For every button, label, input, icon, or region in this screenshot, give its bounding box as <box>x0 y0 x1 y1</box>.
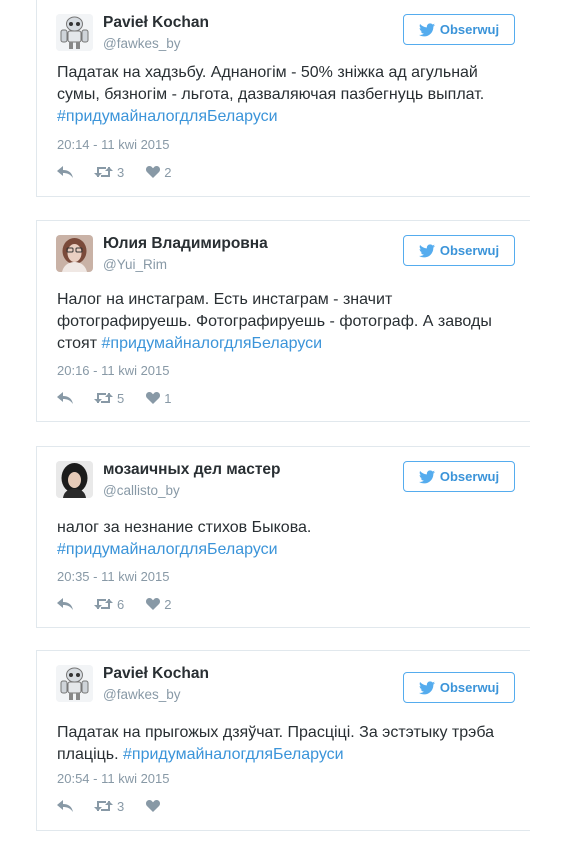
tweet-body: налог за незнание стихов Быкова. <box>57 519 312 536</box>
like-button[interactable] <box>146 800 164 812</box>
tweet-actions: 5 1 <box>57 389 171 407</box>
retweet-icon <box>94 599 113 609</box>
reply-icon <box>57 598 73 610</box>
tweet-date[interactable]: 20:35 - 11 kwi 2015 <box>57 569 170 584</box>
twitter-bird-icon <box>418 680 435 694</box>
hashtag-link[interactable]: #придумайналогдляБеларуси <box>57 108 278 125</box>
tweet-text: Налог на инстаграм. Есть инстаграм - зна… <box>57 289 523 355</box>
reply-button[interactable] <box>57 800 75 812</box>
retweet-icon <box>94 393 113 403</box>
retweet-count: 3 <box>117 798 125 814</box>
dark-hair-photo-avatar[interactable] <box>56 461 93 498</box>
tweet-date[interactable]: 20:14 - 11 kwi 2015 <box>57 137 170 152</box>
like-button[interactable]: 2 <box>146 165 171 180</box>
author-handle[interactable]: @fawkes_by <box>103 36 181 51</box>
hashtag-link[interactable]: #придумайналогдляБеларуси <box>57 541 278 558</box>
robot-avatar[interactable] <box>56 665 93 702</box>
tweet-card: Pavieł Kochan @fawkes_by Obserwuj Падата… <box>36 0 530 197</box>
tweet-body: Падатак на хадзьбу. Аднаногім - 50% зніж… <box>57 64 485 103</box>
tweet-text: налог за незнание стихов Быкова. #придум… <box>57 517 523 561</box>
woman-photo-avatar[interactable] <box>56 235 93 272</box>
retweet-button[interactable]: 3 <box>94 799 124 814</box>
tweet-actions: 3 2 <box>57 163 171 181</box>
reply-icon <box>57 392 73 404</box>
tweet-date[interactable]: 20:54 - 11 kwi 2015 <box>57 771 170 786</box>
heart-icon <box>146 800 161 812</box>
retweet-icon <box>94 801 113 811</box>
heart-icon <box>146 392 161 404</box>
twitter-bird-icon <box>418 469 435 483</box>
author-name[interactable]: Pavieł Kochan <box>103 665 209 683</box>
author-name[interactable]: Юлия Владимировна <box>103 235 268 253</box>
retweet-icon <box>94 167 113 177</box>
retweet-button[interactable]: 5 <box>94 391 124 406</box>
like-count: 2 <box>164 164 172 180</box>
retweet-button[interactable]: 6 <box>94 597 124 612</box>
retweet-button[interactable]: 3 <box>94 165 124 180</box>
twitter-bird-icon <box>418 243 435 257</box>
heart-icon <box>146 598 161 610</box>
retweet-count: 3 <box>117 164 125 180</box>
hashtag-link[interactable]: #придумайналогдляБеларуси <box>102 335 323 352</box>
author-handle[interactable]: @fawkes_by <box>103 687 181 702</box>
author-handle[interactable]: @Yui_Rim <box>103 257 167 272</box>
robot-avatar[interactable] <box>56 14 93 51</box>
tweet-card: Юлия Владимировна @Yui_Rim Obserwuj Нало… <box>36 220 530 422</box>
follow-label: Obserwuj <box>439 22 500 37</box>
hashtag-link[interactable]: #придумайналогдляБеларуси <box>123 746 344 763</box>
reply-button[interactable] <box>57 166 75 178</box>
follow-label: Obserwuj <box>439 680 500 695</box>
follow-label: Obserwuj <box>439 469 500 484</box>
reply-button[interactable] <box>57 598 75 610</box>
tweet-text: Падатак на прыгожых дзяўчат. Прасціці. З… <box>57 722 523 766</box>
author-name[interactable]: Pavieł Kochan <box>103 14 209 32</box>
tweet-card: мозаичных дел мастер @callisto_by Obserw… <box>36 446 530 628</box>
like-count: 1 <box>164 390 172 406</box>
reply-icon <box>57 800 73 812</box>
tweet-text: Падатак на хадзьбу. Аднаногім - 50% зніж… <box>57 62 523 128</box>
author-name[interactable]: мозаичных дел мастер <box>103 461 281 479</box>
tweet-actions: 6 2 <box>57 595 171 613</box>
heart-icon <box>146 166 161 178</box>
follow-button[interactable]: Obserwuj <box>403 461 515 492</box>
retweet-count: 5 <box>117 390 125 406</box>
tweet-date[interactable]: 20:16 - 11 kwi 2015 <box>57 363 170 378</box>
like-count: 2 <box>164 596 172 612</box>
follow-button[interactable]: Obserwuj <box>403 14 515 45</box>
reply-button[interactable] <box>57 392 75 404</box>
follow-label: Obserwuj <box>439 243 500 258</box>
tweet-actions: 3 <box>57 797 164 815</box>
like-button[interactable]: 2 <box>146 597 171 612</box>
tweet-card: Pavieł Kochan @fawkes_by Obserwuj Падата… <box>36 650 530 831</box>
twitter-bird-icon <box>418 22 435 36</box>
like-button[interactable]: 1 <box>146 391 171 406</box>
reply-icon <box>57 166 73 178</box>
retweet-count: 6 <box>117 596 125 612</box>
follow-button[interactable]: Obserwuj <box>403 235 515 266</box>
follow-button[interactable]: Obserwuj <box>403 672 515 703</box>
author-handle[interactable]: @callisto_by <box>103 483 180 498</box>
